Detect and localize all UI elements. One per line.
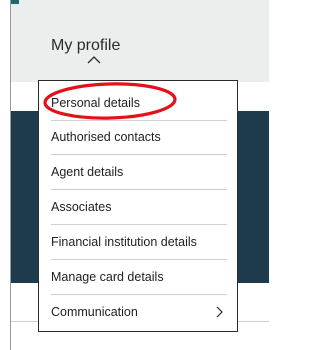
menu-item-label: Manage card details [51,270,164,284]
accent-strip [11,0,19,4]
menu-item-label: Financial institution details [51,235,197,249]
caret-up-icon [87,56,101,64]
menu-item-label: Communication [51,305,138,319]
menu-item-communication[interactable]: Communication [51,294,227,330]
menu-item-label: Authorised contacts [51,130,161,144]
menu-item-manage-card-details[interactable]: Manage card details [51,259,227,295]
menu-item-label: Agent details [51,165,124,179]
menu-item-authorised-contacts[interactable]: Authorised contacts [51,119,227,155]
menu-item-label: Associates [51,200,112,214]
profile-header [11,0,269,82]
menu-item-financial-institution-details[interactable]: Financial institution details [51,224,227,260]
page-title[interactable]: My profile [51,37,120,55]
menu-item-agent-details[interactable]: Agent details [51,154,227,190]
highlight-circle [43,82,177,120]
menu-item-associates[interactable]: Associates [51,189,227,225]
chevron-right-icon [216,306,223,318]
